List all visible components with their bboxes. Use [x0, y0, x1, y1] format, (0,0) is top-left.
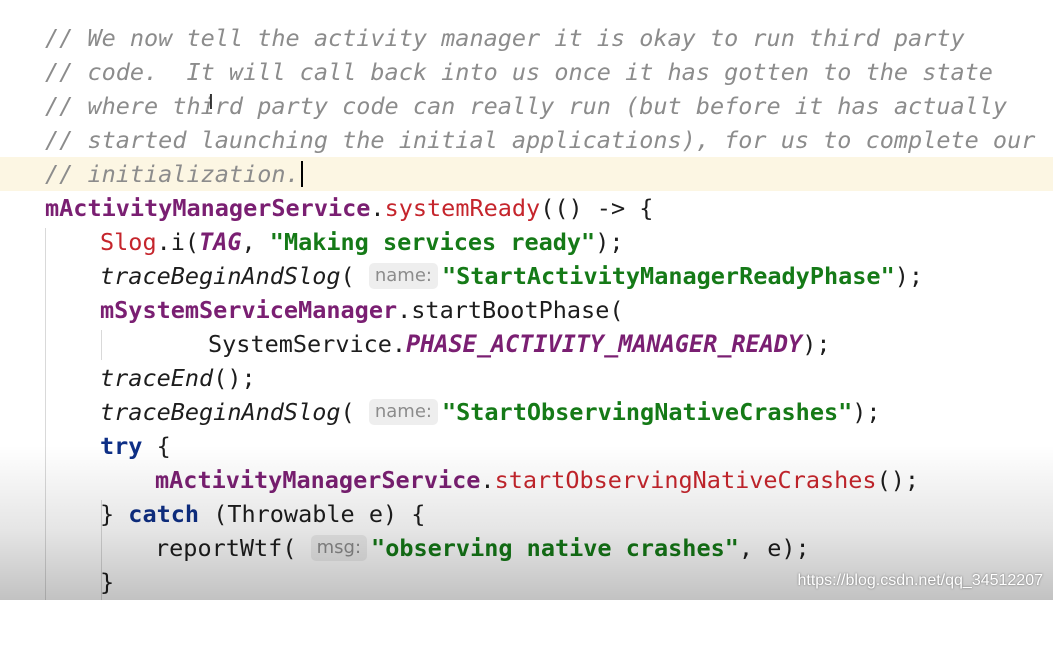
method-call: reportWtf(: [155, 534, 297, 562]
code-line-12[interactable]: traceBeginAndSlog( name: "StartObservingN…: [0, 395, 1053, 429]
class-identifier: Slog: [100, 228, 157, 256]
code-line-11[interactable]: traceEnd();: [0, 361, 1053, 395]
code-line-7[interactable]: Slog.i(TAG, "Making services ready");: [0, 225, 1053, 259]
code-line-8[interactable]: traceBeginAndSlog( name: "StartActivityMa…: [0, 259, 1053, 293]
watermark: https://blog.csdn.net/qq_34512207: [797, 572, 1043, 589]
string-literal: "StartObservingNativeCrashes": [441, 398, 853, 426]
method-call: systemReady: [384, 194, 541, 222]
constant-identifier: PHASE_ACTIVITY_MANAGER_READY: [406, 330, 803, 358]
code-line-5-current[interactable]: // initialization.: [0, 157, 1053, 191]
method-call: traceBeginAndSlog: [100, 262, 341, 290]
method-call: traceEnd: [100, 364, 214, 392]
comment: // started launching the initial applica…: [45, 126, 1036, 154]
code-line-2[interactable]: // code. It will call back into us once …: [0, 55, 1053, 89]
code-line-16[interactable]: reportWtf( msg: "observing native crashes…: [0, 531, 1053, 565]
code-line-14[interactable]: mActivityManagerService.startObservingNa…: [0, 463, 1053, 497]
parameter-hint: name:: [368, 262, 438, 289]
code-line-10[interactable]: SystemService.PHASE_ACTIVITY_MANAGER_REA…: [0, 327, 1053, 361]
code-line-1[interactable]: // We now tell the activity manager it i…: [0, 21, 1053, 55]
parameter-hint: msg:: [310, 534, 368, 561]
comment: // initialization.: [45, 160, 300, 188]
comment: // We now tell the activity manager it i…: [45, 24, 965, 52]
code-line-4[interactable]: // started launching the initial applica…: [0, 123, 1053, 157]
method-call: startObservingNativeCrashes: [494, 466, 877, 494]
class-identifier: SystemService.: [208, 330, 407, 358]
keyword: try: [100, 432, 143, 460]
text-caret: [300, 160, 303, 187]
code-line-13[interactable]: try {: [0, 429, 1053, 463]
code-line-15[interactable]: } catch (Throwable e) {: [0, 497, 1053, 531]
code-editor[interactable]: // We now tell the activity manager it i…: [0, 0, 1053, 600]
code-line-3[interactable]: // where third party code can really run…: [0, 89, 1053, 123]
keyword: catch: [128, 500, 200, 528]
code-line-6[interactable]: mActivityManagerService.systemReady(() -…: [0, 191, 1053, 225]
string-literal: "StartActivityManagerReadyPhase": [441, 262, 895, 290]
method-call: traceBeginAndSlog: [100, 398, 341, 426]
constant-identifier: TAG: [199, 228, 242, 256]
code-line-9[interactable]: mSystemServiceManager.startBootPhase(: [0, 293, 1053, 327]
field-identifier: mActivityManagerService: [45, 194, 371, 222]
string-literal: "observing native crashes": [371, 534, 739, 562]
field-identifier: mActivityManagerService: [155, 466, 481, 494]
closing-brace: }: [100, 568, 115, 596]
mouse-ibeam-cursor-icon: I: [208, 90, 214, 114]
parameter-hint: name:: [368, 398, 438, 425]
comment: // code. It will call back into us once …: [45, 58, 993, 86]
field-identifier: mSystemServiceManager: [100, 296, 398, 324]
string-literal: "Making services ready": [269, 228, 596, 256]
comment: // where third party code can really run…: [45, 92, 1008, 120]
